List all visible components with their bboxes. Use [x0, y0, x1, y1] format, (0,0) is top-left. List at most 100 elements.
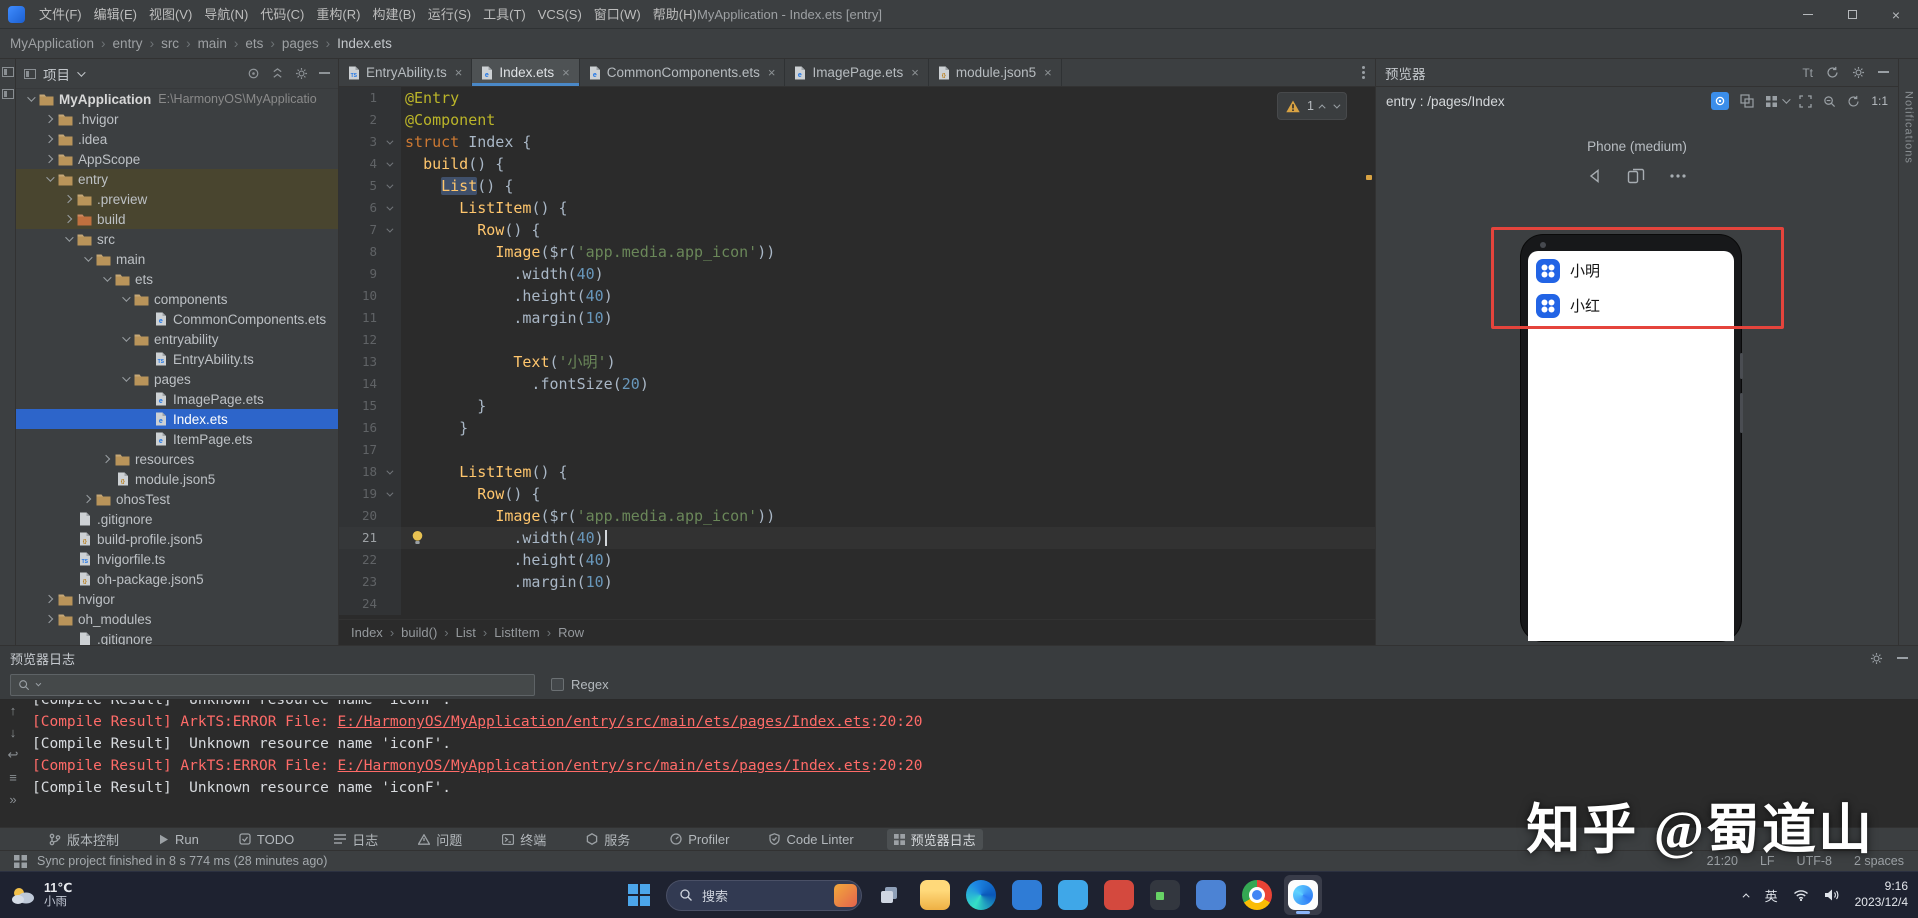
code-line[interactable]: 22 .height(40)	[339, 549, 1375, 571]
nav-back-icon[interactable]	[1587, 168, 1603, 184]
list-item[interactable]: 小红	[1528, 288, 1734, 323]
code-line[interactable]: 2@Component	[339, 109, 1375, 131]
tree-item[interactable]: src	[16, 229, 338, 249]
code-line[interactable]: 15 }	[339, 395, 1375, 417]
breadcrumb-item[interactable]: pages	[282, 36, 319, 51]
next-issue-icon[interactable]	[1333, 101, 1340, 108]
taskbar-app-app2[interactable]	[1054, 875, 1092, 915]
tree-item[interactable]: ohosTest	[16, 489, 338, 509]
warning-stripe-mark[interactable]	[1366, 175, 1372, 180]
frame-icon[interactable]	[1799, 95, 1812, 108]
fold-marker-icon[interactable]	[377, 162, 399, 167]
breadcrumb-item[interactable]: main	[198, 36, 227, 51]
code-line[interactable]: 10 .height(40)	[339, 285, 1375, 307]
tree-item[interactable]: .gitignore	[16, 509, 338, 529]
taskbar-app-app3[interactable]	[1100, 875, 1138, 915]
fold-marker-icon[interactable]	[377, 228, 399, 233]
menu-item[interactable]: 代码(C)	[254, 0, 310, 29]
menu-item[interactable]: VCS(S)	[532, 0, 588, 29]
previewer-settings-gear-icon[interactable]	[1852, 66, 1865, 79]
tree-item[interactable]: eCommonComponents.ets	[16, 309, 338, 329]
code-editor[interactable]: 1@Entry2@Component3struct Index {4 build…	[339, 87, 1375, 619]
editor-breadcrumb-item[interactable]: List	[456, 625, 476, 640]
taskbar-app-deveco[interactable]	[1284, 875, 1322, 915]
tree-item[interactable]: eIndex.ets	[16, 409, 338, 429]
breadcrumb-item[interactable]: Index.ets	[337, 36, 392, 51]
breadcrumb-item[interactable]: entry	[113, 36, 143, 51]
clock[interactable]: 9:16 2023/12/4	[1855, 879, 1908, 910]
rotate-icon[interactable]	[1847, 95, 1860, 108]
volume-icon[interactable]	[1824, 888, 1840, 902]
phone-screen[interactable]: 小明小红	[1528, 251, 1734, 641]
tree-expand-icon[interactable]	[41, 616, 56, 622]
tree-expand-icon[interactable]	[41, 116, 56, 122]
tree-item[interactable]: entryability	[16, 329, 338, 349]
list-item[interactable]: 小明	[1528, 253, 1734, 288]
notifications-tab[interactable]: Notifications	[1903, 91, 1915, 164]
code-line[interactable]: 16 }	[339, 417, 1375, 439]
menu-item[interactable]: 重构(R)	[310, 0, 366, 29]
scroll-down-icon[interactable]: ↓	[10, 725, 17, 740]
tree-expand-icon[interactable]	[117, 336, 132, 342]
menu-item[interactable]: 导航(N)	[198, 0, 254, 29]
toolwindow-button[interactable]: 服务	[579, 829, 637, 850]
refresh-icon[interactable]	[1826, 66, 1839, 79]
collapse-all-icon[interactable]	[271, 67, 284, 80]
chevron-down-icon[interactable]	[77, 68, 85, 76]
task-view-button[interactable]	[870, 875, 908, 915]
taskbar-app-explorer[interactable]	[916, 875, 954, 915]
code-line[interactable]: 1@Entry	[339, 87, 1375, 109]
tree-expand-icon[interactable]	[22, 96, 37, 102]
tree-item[interactable]: entry	[16, 169, 338, 189]
close-tab-icon[interactable]: ×	[455, 65, 463, 80]
tree-item[interactable]: AppScope	[16, 149, 338, 169]
network-icon[interactable]	[1793, 889, 1809, 901]
inspections-widget[interactable]: 1	[1277, 92, 1347, 120]
tree-expand-icon[interactable]	[98, 456, 113, 462]
nav-recents-icon[interactable]	[1627, 168, 1645, 184]
code-line[interactable]: 23 .margin(10)	[339, 571, 1375, 593]
zoom-out-icon[interactable]	[1823, 95, 1836, 108]
toolwindow-button[interactable]: Code Linter	[762, 831, 860, 848]
tab-options-icon[interactable]	[1352, 59, 1375, 86]
close-tab-icon[interactable]: ×	[911, 65, 919, 80]
editor-breadcrumb-item[interactable]: ListItem	[494, 625, 540, 640]
tree-expand-icon[interactable]	[60, 196, 75, 202]
tree-item[interactable]: eImagePage.ets	[16, 389, 338, 409]
grid-view-icon[interactable]	[1765, 95, 1788, 108]
editor-breadcrumb-item[interactable]: Row	[558, 625, 584, 640]
code-line[interactable]: 7 Row() {	[339, 219, 1375, 241]
toolwindow-button[interactable]: 终端	[495, 829, 553, 850]
tree-item[interactable]: {}build-profile.json5	[16, 529, 338, 549]
code-line[interactable]: 4 build() {	[339, 153, 1375, 175]
tree-expand-icon[interactable]	[41, 156, 56, 162]
intention-bulb-icon[interactable]	[411, 530, 424, 545]
toolwindow-button[interactable]: 版本控制	[42, 829, 126, 850]
code-line[interactable]: 14 .fontSize(20)	[339, 373, 1375, 395]
fold-marker-icon[interactable]	[377, 492, 399, 497]
tree-item[interactable]: pages	[16, 369, 338, 389]
code-line[interactable]: 11 .margin(10)	[339, 307, 1375, 329]
toolwindow-button[interactable]: 日志	[327, 829, 385, 850]
close-tab-icon[interactable]: ×	[1044, 65, 1052, 80]
component-tree-icon[interactable]	[1740, 94, 1754, 108]
menu-item[interactable]: 视图(V)	[143, 0, 198, 29]
breadcrumb-item[interactable]: src	[161, 36, 179, 51]
taskbar-app-app4[interactable]	[1146, 875, 1184, 915]
code-line[interactable]: 18 ListItem() {	[339, 461, 1375, 483]
toolwindow-switcher-icon[interactable]	[14, 855, 27, 868]
tree-item[interactable]: ets	[16, 269, 338, 289]
code-line[interactable]: 17	[339, 439, 1375, 461]
tree-item[interactable]: .hvigor	[16, 109, 338, 129]
fold-marker-icon[interactable]	[377, 184, 399, 189]
tree-item[interactable]: .idea	[16, 129, 338, 149]
font-scale-icon[interactable]: Tt	[1802, 66, 1813, 80]
code-line[interactable]: 19 Row() {	[339, 483, 1375, 505]
menu-item[interactable]: 工具(T)	[477, 0, 532, 29]
structure-toolwindow-icon[interactable]	[2, 89, 14, 99]
tree-expand-icon[interactable]	[41, 176, 56, 182]
tree-expand-icon[interactable]	[60, 216, 75, 222]
taskbar-search[interactable]: 搜索	[666, 880, 862, 911]
fold-marker-icon[interactable]	[377, 140, 399, 145]
error-stripe[interactable]	[1363, 87, 1375, 619]
